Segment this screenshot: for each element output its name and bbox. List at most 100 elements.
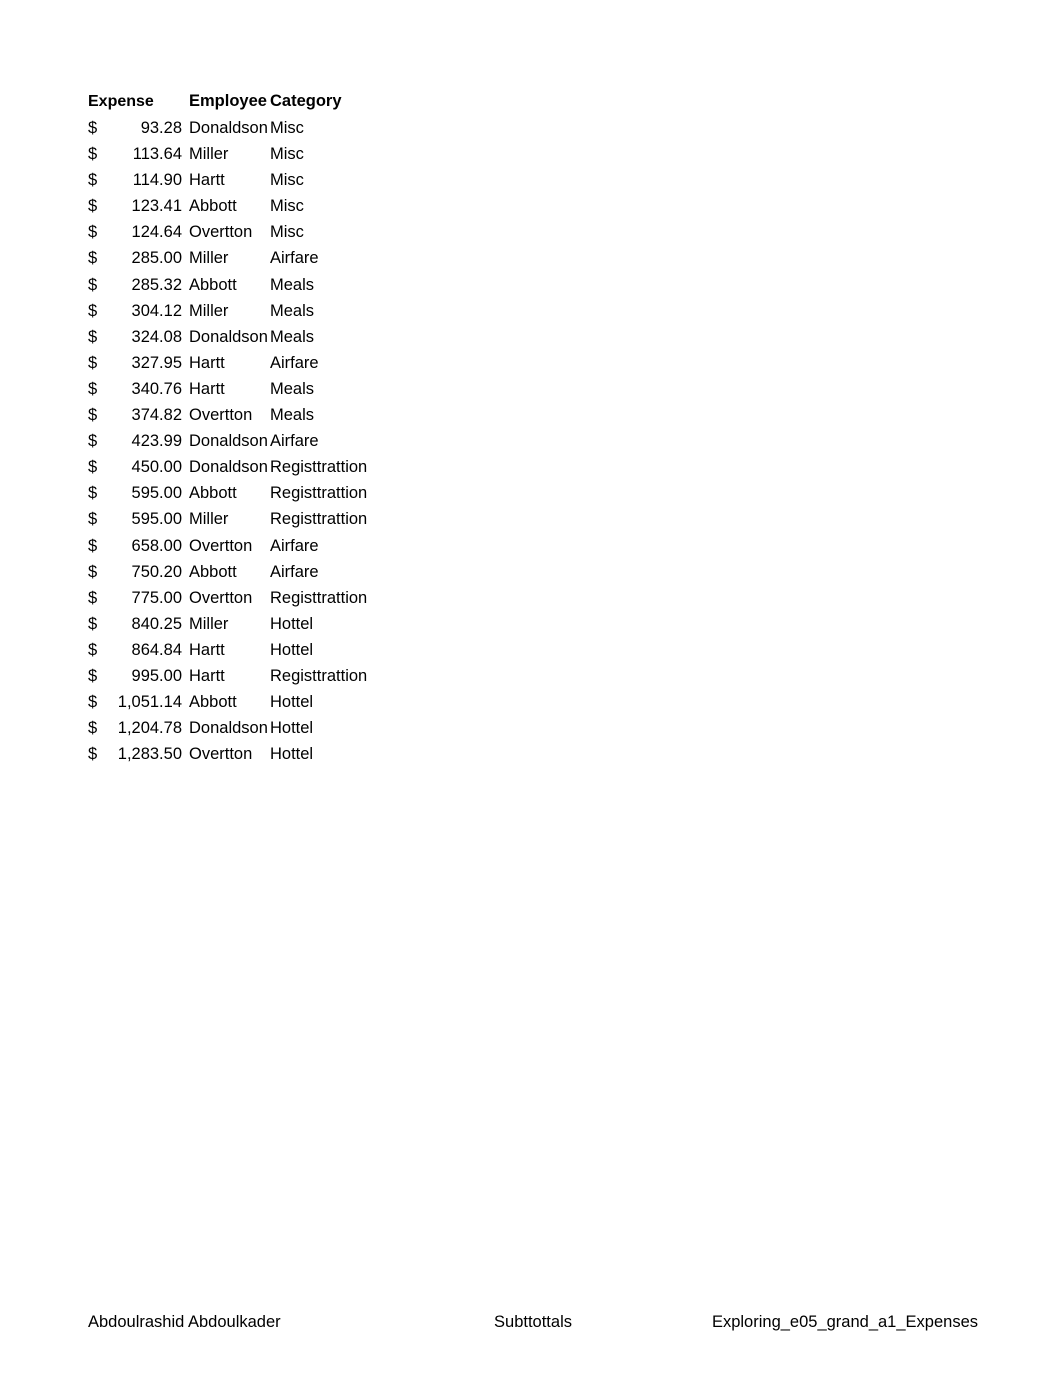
currency-symbol: $ bbox=[88, 666, 98, 685]
cell-category: Airfare bbox=[270, 432, 319, 451]
currency-symbol: $ bbox=[88, 353, 98, 372]
column-header-category: Category bbox=[270, 92, 342, 110]
footer-filename: Exploring_e05_grand_a1_Expenses bbox=[711, 1313, 978, 1331]
expense-amount: 113.64 bbox=[132, 145, 182, 164]
cell-expense: $1,204.78 bbox=[88, 719, 189, 738]
cell-employee: Donaldson bbox=[189, 719, 268, 738]
expense-amount: 114.90 bbox=[132, 171, 182, 190]
table-header-row: Expense Employee Category bbox=[88, 92, 430, 119]
cell-category: Misc bbox=[270, 119, 304, 137]
cell-expense: $327.95 bbox=[88, 354, 189, 373]
table-row: $285.00 Miller Airfare bbox=[88, 249, 430, 275]
column-header-employee: Employee bbox=[189, 92, 267, 110]
cell-expense: $775.00 bbox=[88, 589, 189, 608]
expense-amount: 340.76 bbox=[131, 379, 182, 398]
page-footer: Abdoulrashid Abdoulkader Subttottals Exp… bbox=[88, 1313, 978, 1337]
cell-category: Registtrattion bbox=[270, 588, 368, 607]
currency-symbol: $ bbox=[88, 432, 98, 451]
table-row: $1,051.14 Abbott Hottel bbox=[88, 693, 430, 719]
cell-expense: $374.82 bbox=[88, 406, 189, 425]
currency-symbol: $ bbox=[88, 536, 98, 555]
cell-category: Misc bbox=[270, 145, 304, 164]
cell-employee: Donaldson bbox=[189, 458, 268, 477]
currency-symbol: $ bbox=[88, 484, 98, 503]
column-header-expense: Expense bbox=[88, 93, 154, 110]
cell-expense: $304.12 bbox=[88, 302, 189, 321]
cell-category: Airfare bbox=[270, 536, 319, 555]
cell-employee: Abbott bbox=[189, 693, 237, 712]
cell-employee: Abbott bbox=[189, 484, 237, 503]
cell-expense: $840.25 bbox=[88, 615, 189, 634]
table-row: $775.00 Overtton Registtrattion bbox=[88, 589, 430, 615]
cell-category: Hottel bbox=[270, 693, 314, 712]
expense-amount: 93.28 bbox=[140, 119, 182, 137]
cell-employee: Miller bbox=[189, 145, 229, 164]
currency-symbol: $ bbox=[88, 510, 98, 529]
cell-expense: $864.84 bbox=[88, 641, 189, 660]
worksheet-page: Expense Employee Category $93.28 Donaldso… bbox=[0, 0, 1062, 1377]
expense-amount: 285.32 bbox=[131, 275, 182, 294]
cell-employee: Overtton bbox=[189, 588, 253, 607]
cell-employee: Abbott bbox=[189, 275, 237, 294]
table-row: $285.32 Abbott Meals bbox=[88, 276, 430, 302]
table-row: $123.41 Abbott Misc bbox=[88, 197, 430, 223]
table-row: $840.25 Miller Hottel bbox=[88, 615, 430, 641]
expense-amount: 123.41 bbox=[131, 197, 182, 216]
cell-category: Misc bbox=[270, 223, 304, 242]
table-body: $93.28 Donaldson Misc $113.64 Miller Misc $114… bbox=[88, 119, 430, 771]
cell-category: Meals bbox=[270, 379, 315, 398]
cell-expense: $595.00 bbox=[88, 510, 189, 529]
currency-symbol: $ bbox=[88, 640, 98, 659]
cell-employee: Donaldson bbox=[189, 119, 268, 137]
table-row: $124.64 Overtton Misc bbox=[88, 223, 430, 249]
cell-category: Registtrattion bbox=[270, 484, 368, 503]
cell-employee: Hartt bbox=[189, 379, 225, 398]
cell-category: Meals bbox=[270, 406, 315, 425]
cell-category: Misc bbox=[270, 171, 304, 190]
expense-amount: 595.00 bbox=[131, 484, 182, 503]
cell-employee: Miller bbox=[189, 249, 229, 268]
cell-category: Meals bbox=[270, 301, 315, 320]
cell-expense: $113.64 bbox=[88, 145, 189, 164]
currency-symbol: $ bbox=[88, 614, 98, 633]
cell-expense: $595.00 bbox=[88, 484, 189, 503]
table-row: $374.82 Overtton Meals bbox=[88, 406, 430, 432]
table-row: $450.00 Donaldson Registtrattion bbox=[88, 458, 430, 484]
expense-amount: 324.08 bbox=[131, 327, 182, 346]
table-row: $658.00 Overtton Airfare bbox=[88, 537, 430, 563]
currency-symbol: $ bbox=[88, 588, 98, 607]
cell-employee: Hartt bbox=[189, 666, 225, 685]
cell-expense: $658.00 bbox=[88, 537, 189, 556]
table-row: $1,283.50 Overtton Hottel bbox=[88, 745, 430, 771]
expense-amount: 124.64 bbox=[131, 223, 182, 242]
currency-symbol: $ bbox=[88, 249, 98, 268]
cell-employee: Overtton bbox=[189, 223, 253, 242]
cell-category: Hottel bbox=[270, 745, 314, 764]
expense-amount: 750.20 bbox=[131, 562, 182, 581]
cell-employee: Abbott bbox=[189, 197, 237, 216]
cell-employee: Hartt bbox=[189, 171, 225, 190]
cell-expense: $285.00 bbox=[88, 249, 189, 268]
expense-amount: 658.00 bbox=[131, 536, 182, 555]
cell-category: Hottel bbox=[270, 614, 314, 633]
cell-expense: $93.28 bbox=[88, 119, 189, 138]
currency-symbol: $ bbox=[88, 327, 98, 346]
table-row: $595.00 Miller Registtrattion bbox=[88, 510, 430, 536]
cell-employee: Abbott bbox=[189, 562, 237, 581]
cell-employee: Hartt bbox=[189, 353, 225, 372]
cell-expense: $995.00 bbox=[88, 667, 189, 686]
table-row: $114.90 Hartt Misc bbox=[88, 171, 430, 197]
cell-expense: $1,051.14 bbox=[88, 693, 189, 712]
cell-expense: $450.00 bbox=[88, 458, 189, 477]
currency-symbol: $ bbox=[88, 379, 98, 398]
currency-symbol: $ bbox=[88, 223, 98, 242]
table-row: $423.99 Donaldson Airfare bbox=[88, 432, 430, 458]
cell-expense: $1,283.50 bbox=[88, 745, 189, 764]
currency-symbol: $ bbox=[88, 197, 98, 216]
currency-symbol: $ bbox=[88, 719, 98, 738]
expense-amount: 1,051.14 bbox=[117, 693, 182, 712]
cell-employee: Donaldson bbox=[189, 327, 268, 346]
expense-amount: 840.25 bbox=[131, 614, 182, 633]
cell-expense: $423.99 bbox=[88, 432, 189, 451]
table-row: $113.64 Miller Misc bbox=[88, 145, 430, 171]
